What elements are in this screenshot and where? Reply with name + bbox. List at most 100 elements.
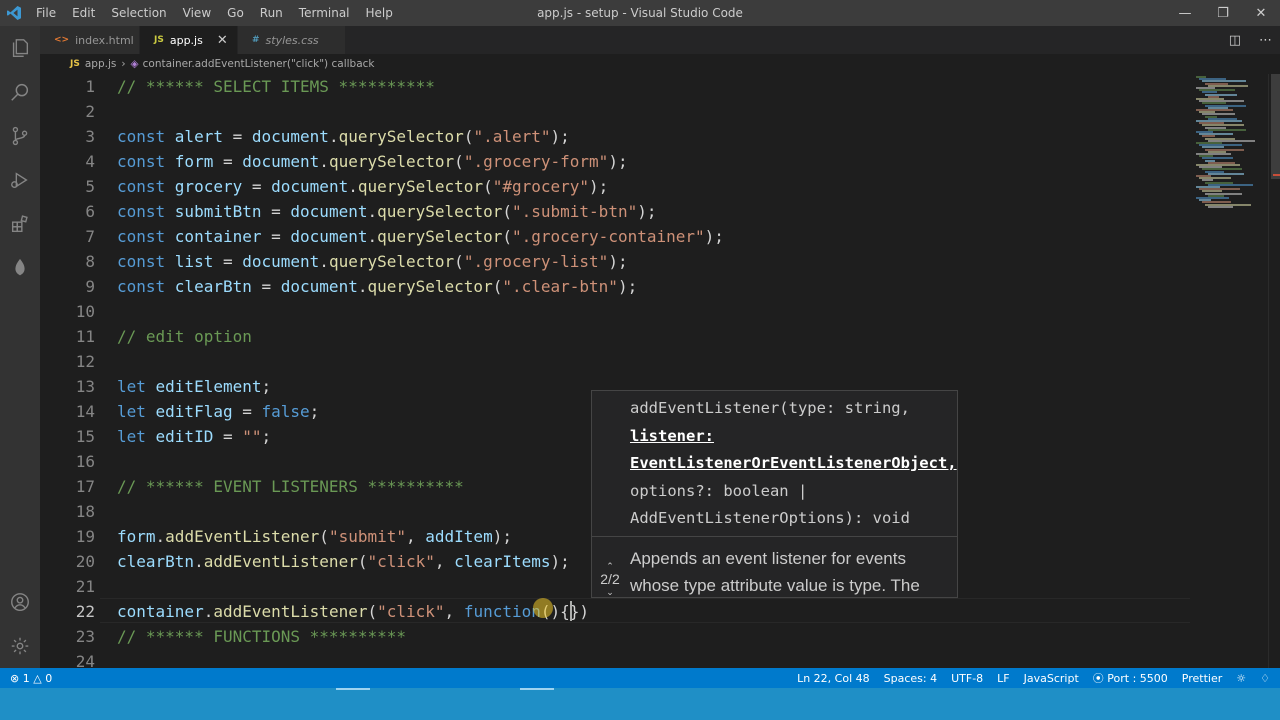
line-number: 22 [75, 602, 95, 621]
taskbar-indicator [336, 688, 370, 690]
code-line[interactable]: 9 const clearBtn = document.querySelector… [40, 274, 1190, 299]
code-token: ; [261, 377, 272, 396]
chevron-up-icon[interactable]: ⌃ [594, 561, 626, 571]
menu-view[interactable]: View [175, 0, 219, 26]
notifications-bell-icon[interactable]: ♢ [1260, 672, 1270, 685]
tab-styles-css[interactable]: # styles.css [238, 26, 346, 54]
prettier-status[interactable]: Prettier [1182, 672, 1222, 685]
code-token: ".clear-btn" [502, 277, 618, 296]
code-token: ); [704, 227, 724, 246]
breadcrumb: JS app.js › ◈ container.addEventListener… [40, 54, 1280, 74]
code-token: . [328, 127, 339, 146]
code-line[interactable]: 11 // edit option [40, 324, 1190, 349]
feedback-icon[interactable]: ☼ [1236, 672, 1246, 685]
chevron-down-icon[interactable]: ⌄ [594, 587, 626, 597]
cursor-position[interactable]: Ln 22, Col 48 [797, 672, 870, 685]
restore-icon[interactable]: ❐ [1204, 0, 1242, 26]
source-control-icon[interactable] [0, 114, 40, 158]
code-token: addEventListener [203, 552, 358, 571]
tab-index-html[interactable]: <> index.html [40, 26, 140, 54]
vertical-scrollbar[interactable] [1268, 74, 1280, 668]
code-token: querySelector [377, 227, 503, 246]
breadcrumb-file[interactable]: app.js [85, 58, 117, 70]
code-line[interactable]: 12 [40, 349, 1190, 374]
code-line[interactable]: 1 // ****** SELECT ITEMS ********** [40, 74, 1190, 99]
mongodb-leaf-icon[interactable] [0, 246, 40, 290]
line-number: 13 [75, 377, 95, 396]
menu-selection[interactable]: Selection [103, 0, 174, 26]
explorer-icon[interactable] [0, 26, 40, 70]
code-text: let editElement; [117, 374, 271, 399]
menu-help[interactable]: Help [358, 0, 401, 26]
code-token: "#grocery" [492, 177, 590, 196]
documentation: Appends an event listener for events who… [630, 545, 950, 597]
line-number: 20 [75, 552, 95, 571]
overload-counter[interactable]: ⌃ 2/2 ⌄ [594, 561, 626, 597]
run-debug-icon[interactable] [0, 158, 40, 202]
code-token: const [117, 177, 175, 196]
problems-indicator[interactable]: ⊗ 1 △ 0 [10, 672, 52, 685]
line-number: 18 [75, 502, 95, 521]
code-text: let editFlag = false; [117, 399, 319, 424]
line-number: 8 [85, 252, 95, 271]
code-token: , [406, 527, 426, 546]
code-line[interactable]: 7 const container = document.querySelecto… [40, 224, 1190, 249]
code-line[interactable]: 2 [40, 99, 1190, 124]
code-token: . [155, 527, 166, 546]
extensions-icon[interactable] [0, 202, 40, 246]
doc-line: Appends an event listener for events [630, 549, 906, 568]
minimize-icon[interactable]: — [1166, 0, 1204, 26]
code-token: addEventListener [213, 602, 368, 621]
live-server-port[interactable]: ⦿ Port : 5500 [1093, 670, 1168, 686]
code-token: document [242, 152, 320, 171]
language-mode[interactable]: JavaScript [1024, 672, 1079, 685]
code-token: = [242, 177, 272, 196]
code-line[interactable]: 24 [40, 649, 1190, 668]
html-file-icon: <> [54, 35, 70, 45]
tab-app-js[interactable]: JS app.js ✕ [140, 26, 238, 54]
menu-run[interactable]: Run [252, 0, 291, 26]
line-number: 14 [75, 402, 95, 421]
code-line[interactable]: 8 const list = document.querySelector(".g… [40, 249, 1190, 274]
code-line[interactable]: 6 const submitBtn = document.querySelecto… [40, 199, 1190, 224]
code-line[interactable]: 5 const grocery = document.querySelector(… [40, 174, 1190, 199]
code-token: const [117, 277, 175, 296]
code-token: . [203, 602, 214, 621]
scrollbar-thumb[interactable] [1271, 74, 1280, 179]
code-line[interactable]: 23 // ****** FUNCTIONS ********** [40, 624, 1190, 649]
code-line[interactable]: 10 [40, 299, 1190, 324]
encoding[interactable]: UTF-8 [951, 672, 983, 685]
code-token: = [213, 427, 243, 446]
code-token: querySelector [338, 127, 464, 146]
menu-terminal[interactable]: Terminal [291, 0, 358, 26]
code-token: . [194, 552, 204, 571]
code-line[interactable]: 3 const alert = document.querySelector(".… [40, 124, 1190, 149]
menu-go[interactable]: Go [219, 0, 252, 26]
minimap[interactable] [1190, 74, 1266, 668]
doc-line: whose type attribute value is type. The [630, 576, 920, 595]
close-tab-icon[interactable]: ✕ [217, 33, 228, 48]
menu-edit[interactable]: Edit [64, 0, 103, 26]
close-window-icon[interactable]: ✕ [1242, 0, 1280, 26]
code-line[interactable]: 22 container.addEventListener("click", fu… [40, 599, 1190, 624]
settings-gear-icon[interactable] [0, 624, 40, 668]
code-token: ".submit-btn" [511, 202, 638, 221]
code-token: , [444, 602, 464, 621]
account-icon[interactable] [0, 580, 40, 624]
breadcrumb-symbol[interactable]: container.addEventListener("click") call… [143, 58, 375, 70]
minimap-line [1208, 172, 1244, 175]
split-editor-icon[interactable]: ◫ [1229, 33, 1241, 48]
taskbar-indicator [520, 688, 554, 690]
indentation[interactable]: Spaces: 4 [884, 672, 937, 685]
code-token: ".grocery-list" [463, 252, 609, 271]
end-of-line[interactable]: LF [997, 672, 1009, 685]
code-token: ); [589, 177, 609, 196]
code-token: editID [155, 427, 214, 446]
code-line[interactable]: 4 const form = document.querySelector(".g… [40, 149, 1190, 174]
code-token: container [174, 227, 262, 246]
search-icon[interactable] [0, 70, 40, 114]
menu-file[interactable]: File [28, 0, 64, 26]
more-actions-icon[interactable]: ⋯ [1259, 33, 1272, 48]
code-token: // ****** SELECT ITEMS ********** [117, 77, 435, 96]
symbol-method-icon: ◈ [130, 58, 139, 70]
